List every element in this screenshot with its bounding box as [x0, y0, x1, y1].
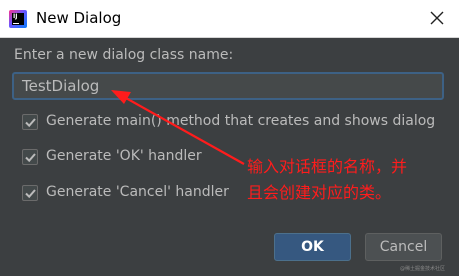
annotation-text-line2: 且会创建对应的类。	[247, 183, 392, 202]
cancel-button[interactable]: Cancel	[365, 233, 442, 261]
watermark: @稀土掘金技术社区	[400, 266, 446, 272]
ok-button[interactable]: OK	[274, 233, 351, 261]
dialog-window: IJ New Dialog Enter a new dialog class n…	[0, 0, 459, 276]
annotation-text-line1: 输入对话框的名称，并	[247, 157, 408, 176]
